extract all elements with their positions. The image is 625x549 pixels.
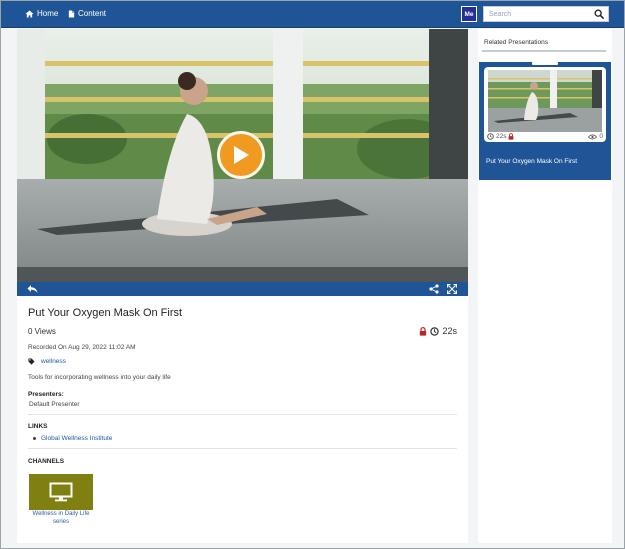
lock-icon: [420, 326, 427, 336]
nav-home-label: Home: [37, 9, 59, 18]
related-heading-underline: [482, 50, 606, 52]
channels-label: CHANNELS: [28, 458, 65, 465]
related-views-text: 0: [599, 133, 603, 140]
related-title: Put Your Oxygen Mask On First: [486, 158, 578, 165]
presentation-title: Put Your Oxygen Mask On First: [28, 307, 183, 319]
related-sidebar: Related Presentations 22s 0 Put Your Oxy…: [478, 29, 612, 543]
top-navbar: Home Content Me: [1, 1, 624, 28]
document-icon: [68, 9, 75, 18]
carousel-indicator: [532, 62, 558, 65]
nav-content[interactable]: Content: [68, 9, 106, 18]
share-icon[interactable]: [429, 284, 439, 294]
related-duration: 22s: [487, 133, 514, 140]
related-meta-row: 22s 0: [484, 132, 606, 142]
search-input[interactable]: [489, 8, 589, 20]
recorded-date: Recorded On Aug 29, 2022 11:02 AM: [28, 344, 136, 351]
channel-tile[interactable]: [29, 474, 93, 510]
monitor-icon: [49, 482, 73, 502]
eye-icon: [588, 134, 598, 139]
channel-name[interactable]: Wellness in Daily Life series: [25, 510, 97, 526]
user-avatar-button[interactable]: Me: [461, 6, 477, 22]
related-thumbnail-image: [488, 70, 602, 134]
related-duration-text: 22s: [496, 133, 507, 140]
presenter-name: Default Presenter: [29, 401, 80, 408]
clock-icon: [487, 133, 494, 140]
search-icon[interactable]: [594, 9, 604, 19]
clock-icon: [430, 326, 440, 336]
duration-meta: 22s: [419, 326, 457, 336]
play-icon: [234, 146, 249, 164]
back-icon[interactable]: [27, 284, 38, 294]
lock-icon: [509, 133, 514, 140]
related-thumbnail: [488, 70, 602, 134]
links-label: LINKS: [28, 423, 48, 430]
related-views: 0: [588, 133, 603, 140]
home-icon: [25, 9, 34, 18]
fullscreen-icon[interactable]: [447, 284, 457, 294]
divider: [28, 414, 457, 415]
play-button[interactable]: [217, 131, 265, 179]
nav-content-label: Content: [78, 9, 107, 18]
duration-text: 22s: [442, 326, 457, 336]
link-global-wellness[interactable]: Global Wellness Institute: [41, 435, 112, 442]
related-thumbnail-frame: [484, 67, 606, 140]
presentation-description: Tools for incorporating wellness into yo…: [28, 374, 171, 381]
video-player[interactable]: [17, 29, 468, 282]
related-heading: Related Presentations: [484, 39, 548, 46]
tag-row: wellness: [28, 358, 66, 365]
search-box: [483, 6, 609, 22]
app-window: Home Content Me Search Put Your Oxygen M…: [0, 0, 625, 549]
presenters-label: Presenters:: [28, 391, 64, 398]
presentation-panel: Put Your Oxygen Mask On First 0 Views 22…: [17, 29, 468, 543]
divider: [28, 448, 457, 449]
bullet: [33, 437, 36, 440]
view-count: 0 Views: [28, 327, 56, 336]
tag-icon: [28, 358, 35, 365]
video-control-bar: [17, 282, 468, 296]
tag-link[interactable]: wellness: [41, 358, 66, 365]
related-presentation-card[interactable]: 22s 0 Put Your Oxygen Mask On First: [479, 62, 611, 180]
nav-home[interactable]: Home: [25, 9, 58, 18]
link-item: Global Wellness Institute: [33, 435, 112, 442]
